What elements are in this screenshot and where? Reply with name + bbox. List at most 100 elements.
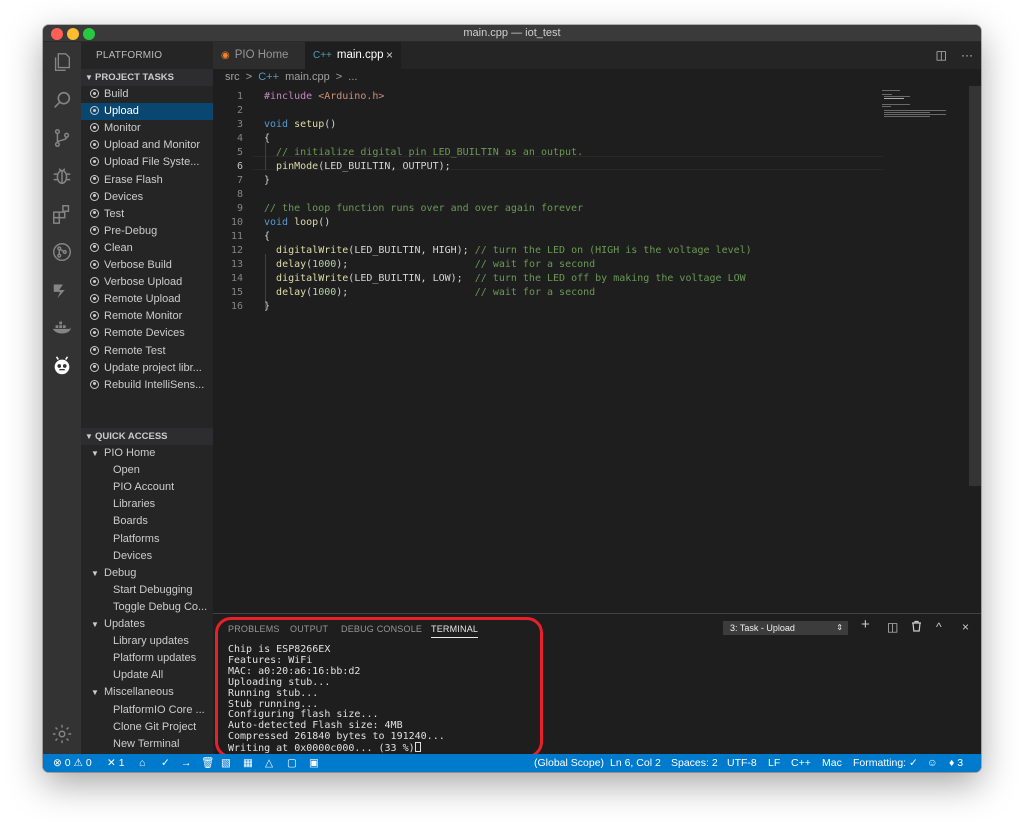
platformio-icon: ◉ bbox=[221, 50, 230, 61]
quick-access-item[interactable]: Start Debugging bbox=[81, 582, 213, 599]
project-task-item[interactable]: Devices bbox=[81, 189, 213, 206]
code-line: 12 digitalWrite(LED_BUILTIN, HIGH); // t… bbox=[213, 244, 913, 258]
pio-env-icon[interactable]: △ bbox=[265, 754, 273, 772]
config-status[interactable]: Mac bbox=[822, 754, 842, 772]
terminal-select[interactable]: 3: Task - Upload ⇕ bbox=[723, 621, 848, 635]
project-task-item[interactable]: Remote Upload bbox=[81, 291, 213, 308]
breadcrumb-folder[interactable]: src bbox=[225, 71, 240, 83]
project-task-item[interactable]: Remote Test bbox=[81, 343, 213, 360]
platformio-icon[interactable] bbox=[50, 354, 74, 378]
maximize-panel-icon[interactable]: ^ bbox=[936, 620, 942, 634]
code-editor[interactable]: 1 #include <Arduino.h> 2 3 void setup() 4{5 /… bbox=[213, 86, 981, 613]
breadcrumb-symbol[interactable]: ... bbox=[348, 71, 357, 83]
project-task-item[interactable]: Upload File Syste... bbox=[81, 154, 213, 171]
cursor-position-status[interactable]: Ln 6, Col 2 bbox=[610, 754, 661, 772]
trash-icon[interactable] bbox=[911, 620, 922, 635]
quick-access-item[interactable]: New Terminal bbox=[81, 736, 213, 753]
project-tasks-header[interactable]: ▼ PROJECT TASKS bbox=[81, 69, 213, 86]
project-task-item[interactable]: Pre-Debug bbox=[81, 223, 213, 240]
error-icon: ⊗ bbox=[53, 757, 62, 769]
quick-access-item[interactable]: Platforms bbox=[81, 531, 213, 548]
close-panel-icon[interactable]: × bbox=[962, 620, 969, 634]
explorer-icon[interactable] bbox=[50, 50, 74, 74]
project-task-item[interactable]: Remote Monitor bbox=[81, 308, 213, 325]
pio-upload-icon[interactable]: → bbox=[181, 754, 192, 772]
quick-access-item[interactable]: Clone Git Project bbox=[81, 719, 213, 736]
quick-access-item[interactable]: Open bbox=[81, 462, 213, 479]
split-terminal-icon[interactable]: ◫ bbox=[887, 620, 898, 634]
search-icon[interactable] bbox=[50, 88, 74, 112]
extensions-icon[interactable] bbox=[50, 202, 74, 226]
quick-access-group[interactable]: ▼ Miscellaneous bbox=[81, 684, 213, 701]
quick-access-header[interactable]: ▼ QUICK ACCESS bbox=[81, 428, 213, 445]
pio-task-icon[interactable]: ▢ bbox=[287, 754, 297, 772]
docker-icon[interactable] bbox=[50, 316, 74, 340]
tab-main-cpp[interactable]: C++ main.cpp × bbox=[305, 42, 401, 69]
quick-access-group[interactable]: ▼ Updates bbox=[81, 616, 213, 633]
project-task-item[interactable]: Verbose Upload bbox=[81, 274, 213, 291]
tab-pio-home[interactable]: ◉ PIO Home bbox=[213, 42, 305, 69]
project-task-item[interactable]: Upload and Monitor bbox=[81, 137, 213, 154]
task-icon bbox=[90, 277, 99, 287]
code-line: 5 // initialize digital pin LED_BUILTIN … bbox=[213, 146, 913, 160]
debug-icon[interactable] bbox=[50, 164, 74, 188]
code-text: delay(1000); // wait for a second bbox=[276, 287, 596, 298]
new-terminal-icon[interactable]: + bbox=[861, 616, 870, 633]
sidebar-title: PLATFORMIO bbox=[96, 50, 163, 61]
project-task-item[interactable]: Test bbox=[81, 206, 213, 223]
more-actions-icon[interactable]: ··· bbox=[961, 48, 973, 62]
git-graph-icon[interactable] bbox=[50, 240, 74, 264]
quick-access-group[interactable]: ▼ Debug bbox=[81, 565, 213, 582]
quick-access-item[interactable]: Update All bbox=[81, 667, 213, 684]
minimap[interactable] bbox=[882, 90, 948, 130]
project-task-item[interactable]: Rebuild IntelliSens... bbox=[81, 377, 213, 394]
formatting-status[interactable]: Formatting: ✓ bbox=[853, 754, 918, 772]
pio-build-icon[interactable]: ✓ bbox=[161, 754, 170, 772]
eol-status[interactable]: LF bbox=[768, 754, 780, 772]
pio-clean-icon[interactable]: 🗑 bbox=[201, 754, 214, 772]
indentation-status[interactable]: Spaces: 2 bbox=[671, 754, 718, 772]
quick-access-item[interactable]: Boards bbox=[81, 513, 213, 530]
quick-access-item[interactable]: Platform updates bbox=[81, 650, 213, 667]
quick-access-item[interactable]: Toggle Debug Co... bbox=[81, 599, 213, 616]
bell-icon: ♦ bbox=[949, 757, 955, 769]
task-icon bbox=[90, 294, 99, 304]
line-number: 4 bbox=[236, 133, 243, 144]
editor-scrollbar[interactable] bbox=[969, 86, 981, 486]
quick-access-item[interactable]: Library updates bbox=[81, 633, 213, 650]
quick-access-group[interactable]: ▼ PIO Home bbox=[81, 445, 213, 462]
problems-status[interactable]: ⊗ 0 ⚠ 0 bbox=[53, 754, 92, 772]
sync-status[interactable]: ✕ 1 bbox=[107, 754, 125, 772]
pio-terminal-icon[interactable]: ▦ bbox=[243, 754, 253, 772]
project-task-item[interactable]: Monitor bbox=[81, 120, 213, 137]
notifications-status[interactable]: ♦ 3 bbox=[949, 754, 963, 772]
project-task-item[interactable]: Remote Devices bbox=[81, 325, 213, 342]
pio-device-icon[interactable]: ▣ bbox=[309, 754, 319, 772]
pio-serial-icon[interactable]: ▧ bbox=[221, 754, 231, 772]
close-icon[interactable]: × bbox=[386, 42, 393, 69]
azure-icon[interactable] bbox=[50, 278, 74, 302]
language-status[interactable]: C++ bbox=[791, 754, 811, 772]
source-control-icon[interactable] bbox=[50, 126, 74, 150]
feedback-icon[interactable]: ☺ bbox=[927, 754, 938, 772]
project-task-item[interactable]: Verbose Build bbox=[81, 257, 213, 274]
pio-home-status-icon[interactable]: ⌂ bbox=[139, 754, 145, 772]
breadcrumb-file[interactable]: main.cpp bbox=[285, 71, 330, 83]
code-text: void setup() bbox=[264, 119, 337, 130]
project-task-item[interactable]: Upload bbox=[81, 103, 213, 121]
split-editor-icon[interactable]: ◫ bbox=[936, 48, 947, 62]
code-text: { bbox=[264, 133, 271, 144]
encoding-status[interactable]: UTF-8 bbox=[727, 754, 757, 772]
quick-access-item[interactable]: Devices bbox=[81, 548, 213, 565]
project-task-item[interactable]: Clean bbox=[81, 240, 213, 257]
scope-status[interactable]: (Global Scope) bbox=[534, 754, 604, 772]
quick-access-item[interactable]: PlatformIO Core ... bbox=[81, 702, 213, 719]
project-task-item[interactable]: Update project libr... bbox=[81, 360, 213, 377]
gear-icon[interactable] bbox=[50, 722, 74, 746]
project-task-item[interactable]: Build bbox=[81, 86, 213, 103]
quick-access-item[interactable]: Libraries bbox=[81, 496, 213, 513]
project-task-item[interactable]: Erase Flash bbox=[81, 172, 213, 189]
quick-access-item[interactable]: PIO Account bbox=[81, 479, 213, 496]
task-icon bbox=[90, 157, 99, 167]
code-text: digitalWrite(LED_BUILTIN, HIGH); // turn… bbox=[276, 245, 752, 256]
